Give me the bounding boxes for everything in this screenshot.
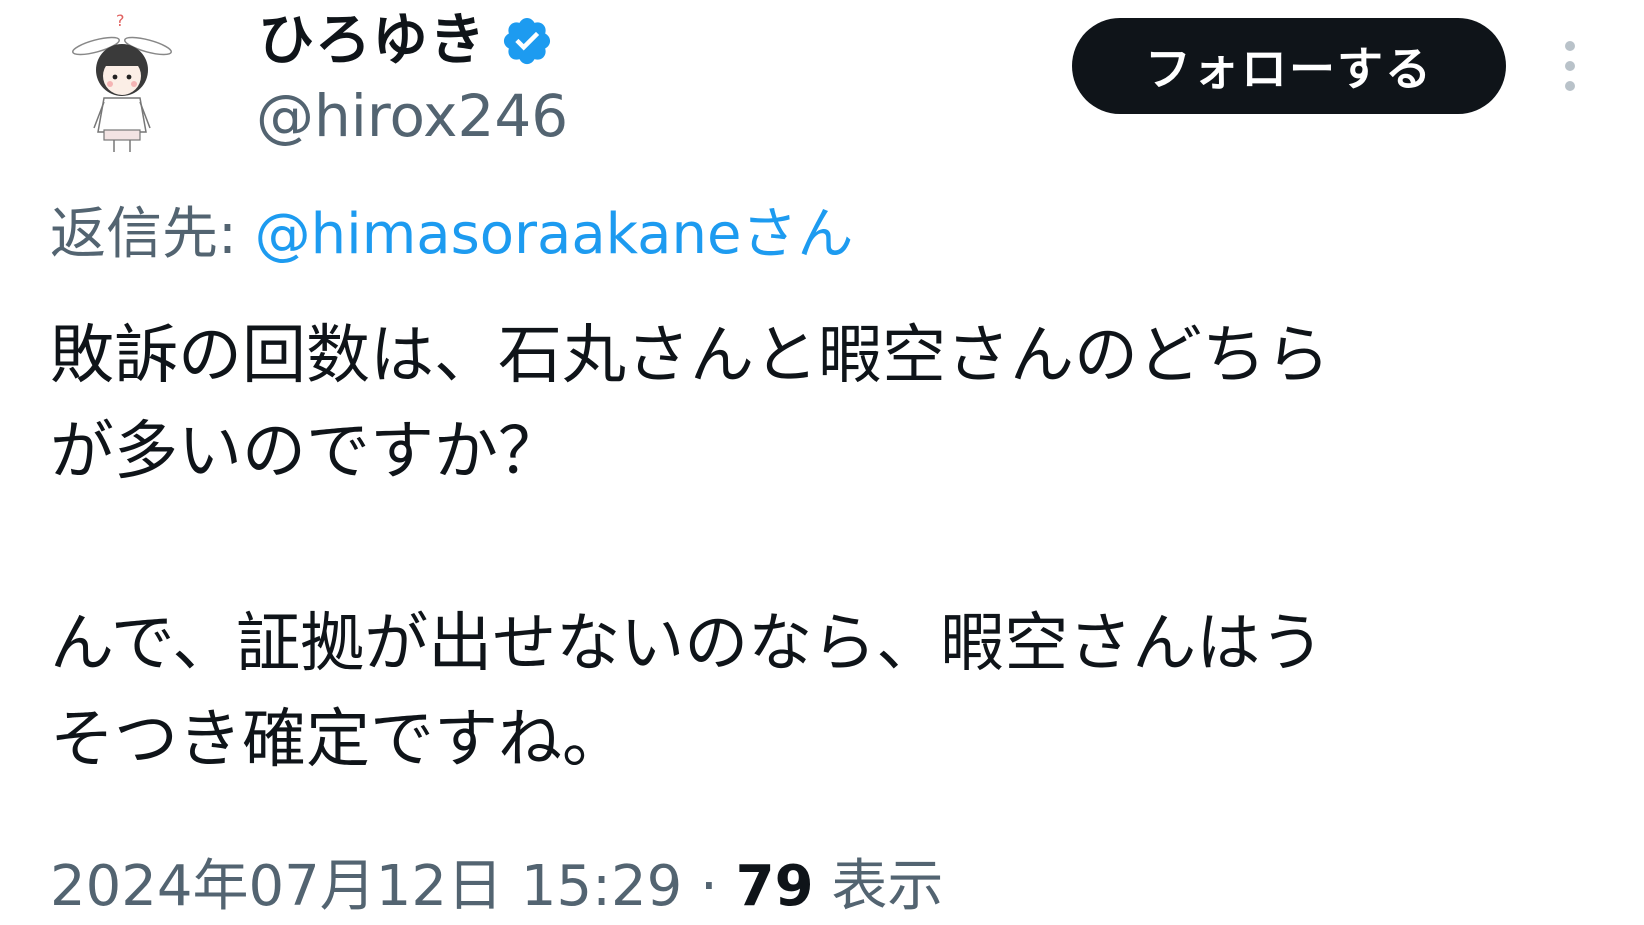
views-count[interactable]: 79 xyxy=(736,854,814,919)
author-display-name[interactable]: ひろゆき xyxy=(258,6,486,76)
tweet-meta: 2024年07月12日 15:29 · 79 表示 xyxy=(50,850,943,924)
reply-prefix: 返信先: xyxy=(50,202,255,267)
author-handle[interactable]: @hirox246 xyxy=(256,80,568,152)
reply-context: 返信先: @himasoraakaneさん xyxy=(50,198,853,272)
tweet-line: が多いのですか？ xyxy=(50,415,562,489)
svg-text:?: ? xyxy=(116,11,125,30)
avatar-illustration-icon: ? xyxy=(72,11,172,152)
tweet-timestamp[interactable]: 2024年07月12日 15:29 xyxy=(50,854,682,919)
more-options-icon[interactable] xyxy=(1556,36,1584,96)
views-label: 表示 xyxy=(813,854,944,919)
avatar[interactable]: ? xyxy=(62,6,182,156)
meta-separator: · xyxy=(682,854,736,919)
follow-button[interactable]: フォローする xyxy=(1072,18,1506,114)
verified-badge-icon xyxy=(503,17,551,65)
tweet-line: んで、証拠が出せないのなら、暇空さんはう xyxy=(50,607,1325,681)
tweet-line: 敗訴の回数は、石丸さんと暇空さんのどちら xyxy=(50,319,1330,393)
tweet-text: 敗訴の回数は、石丸さんと暇空さんのどちら が多いのですか？ んで、証拠が出せない… xyxy=(50,308,1570,788)
tweet-line: そつき確定ですね。 xyxy=(50,703,626,777)
reply-mention-link[interactable]: @himasoraakaneさん xyxy=(255,202,854,267)
vertical-ellipsis-icon xyxy=(1565,41,1575,91)
author-name-row[interactable]: ひろゆき xyxy=(258,6,554,76)
